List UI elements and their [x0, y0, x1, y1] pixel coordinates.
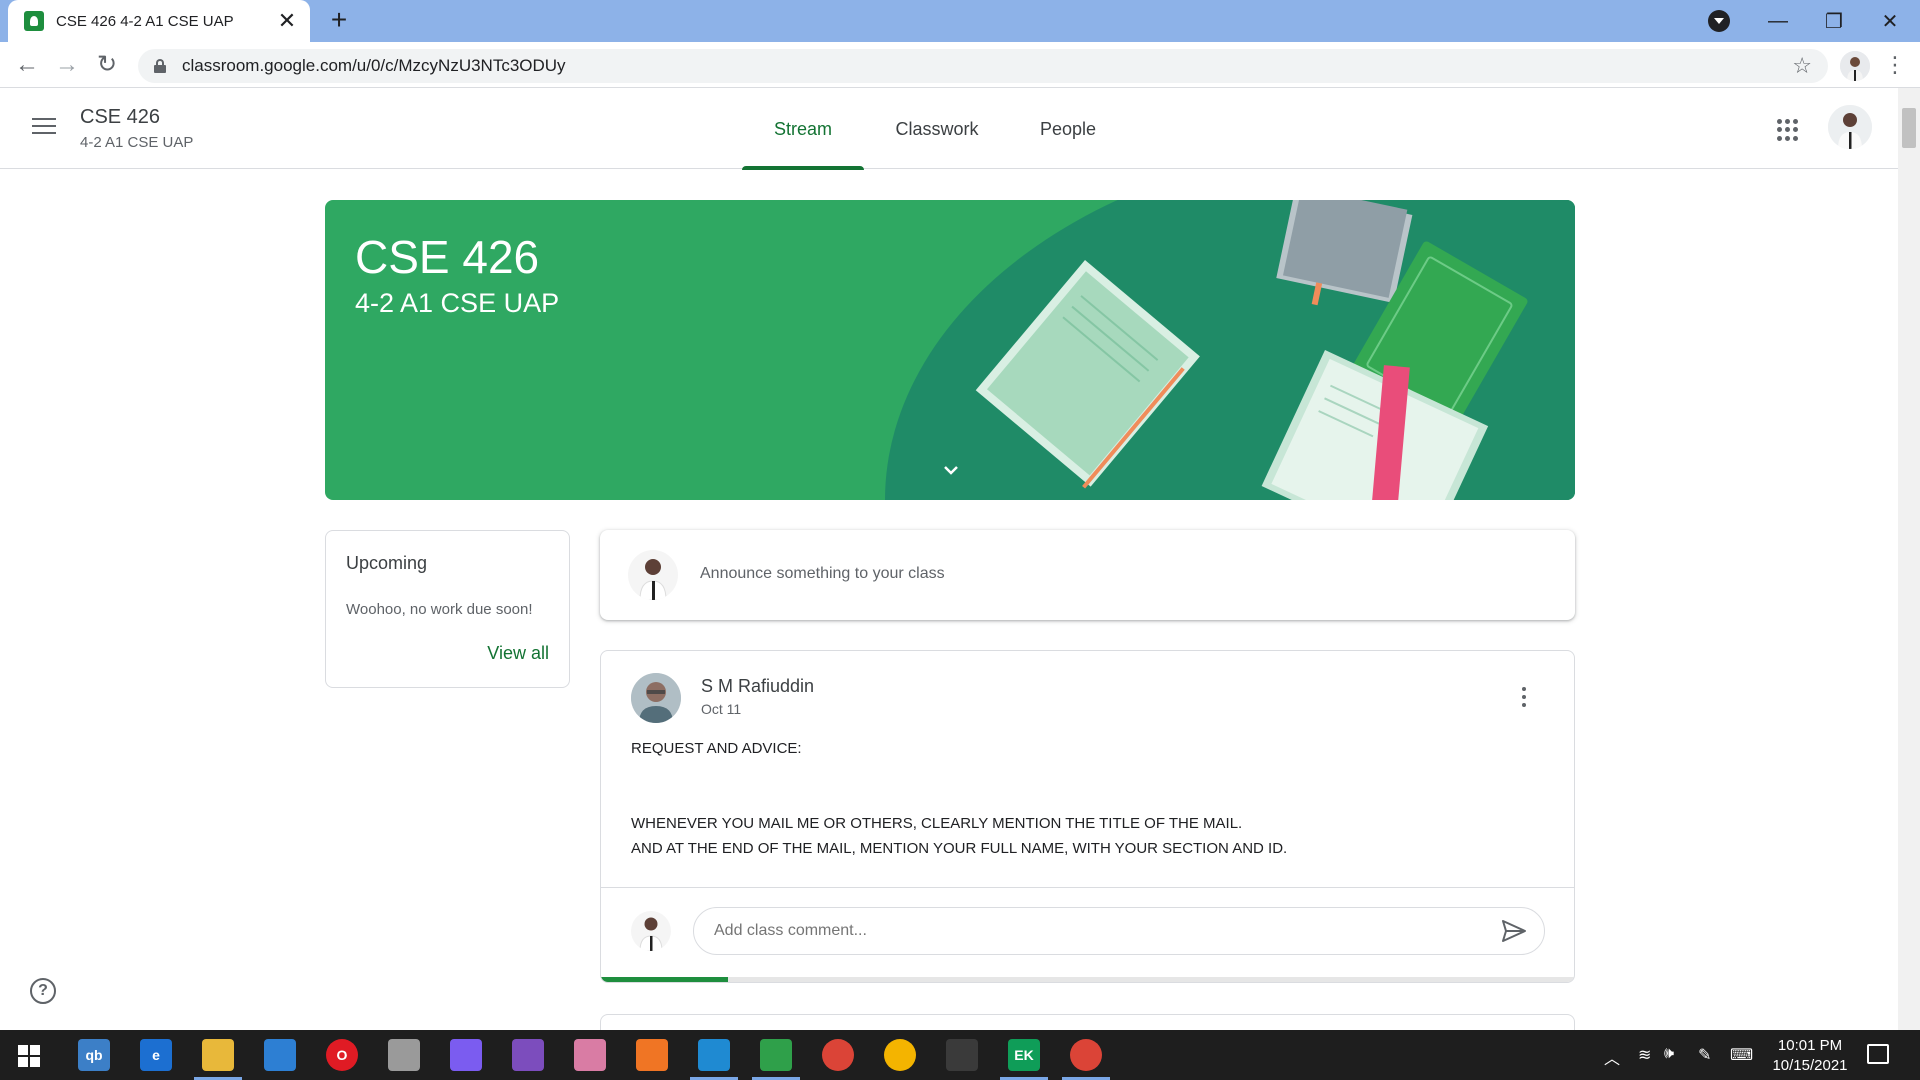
file-explorer-icon[interactable] — [194, 1039, 242, 1080]
github-icon[interactable] — [512, 1039, 544, 1071]
user-avatar — [628, 550, 678, 600]
messenger-icon[interactable] — [450, 1039, 482, 1071]
browser-tab[interactable]: CSE 426 4-2 A1 CSE UAP ✕ — [8, 0, 310, 42]
view-all-link[interactable]: View all — [487, 643, 549, 664]
opera-icon[interactable]: O — [326, 1039, 358, 1071]
class-title[interactable]: CSE 426 — [80, 106, 160, 129]
vscode-icon[interactable] — [690, 1039, 738, 1080]
reload-button[interactable]: ↻ — [92, 50, 122, 80]
google-apps-icon[interactable] — [1777, 119, 1799, 141]
post-progress-fill — [601, 977, 728, 982]
author-avatar — [631, 673, 681, 723]
post-progress-bar — [601, 977, 1574, 982]
post-author: S M Rafiuddin — [701, 676, 815, 696]
banner-subtitle: 4-2 A1 CSE UAP — [355, 288, 560, 318]
clock-date: 10/15/2021 — [1772, 1057, 1848, 1074]
browser-profile-avatar[interactable] — [1840, 51, 1870, 81]
tab-search-icon[interactable] — [1708, 10, 1730, 32]
scrollbar-thumb[interactable] — [1902, 108, 1916, 148]
stream-post: S M Rafiuddin Oct 11 REQUEST AND ADVICE:… — [600, 650, 1575, 983]
hamburger-menu-icon[interactable] — [32, 118, 56, 136]
upcoming-card: Upcoming Woohoo, no work due soon! View … — [325, 530, 570, 688]
terminal-icon[interactable] — [946, 1039, 978, 1071]
forward-button[interactable]: → — [52, 50, 82, 80]
wifi-icon[interactable]: ≋ — [1638, 1045, 1651, 1065]
tab-stream[interactable]: Stream — [742, 88, 864, 170]
announce-box[interactable]: Announce something to your class — [600, 530, 1575, 620]
keyboard-icon[interactable]: ⌨ — [1730, 1045, 1753, 1065]
class-section: 4-2 A1 CSE UAP — [80, 134, 194, 151]
post-line: WHENEVER YOU MAIL ME OR OTHERS, CLEARLY … — [631, 815, 1243, 832]
post-date: Oct 11 — [701, 701, 742, 717]
classroom-favicon-icon — [24, 11, 44, 31]
clock-time: 10:01 PM — [1777, 1037, 1843, 1054]
post-line: REQUEST AND ADVICE: — [631, 740, 802, 757]
restore-button[interactable]: ❐ — [1806, 0, 1862, 42]
firefox-icon[interactable] — [636, 1039, 668, 1071]
tab-title: CSE 426 4-2 A1 CSE UAP — [56, 12, 234, 30]
pinwheel-icon[interactable] — [574, 1039, 606, 1071]
banner-title[interactable]: CSE 426 — [355, 230, 539, 284]
account-avatar[interactable] — [1828, 105, 1872, 149]
commenter-avatar — [631, 911, 671, 951]
tab-people[interactable]: People — [1024, 88, 1112, 169]
qbittorrent-icon[interactable]: qb — [78, 1039, 110, 1071]
pen-icon[interactable]: ✎ — [1698, 1045, 1711, 1065]
globe-app-icon[interactable] — [752, 1039, 800, 1080]
post-line: AND AT THE END OF THE MAIL, MENTION YOUR… — [631, 840, 1288, 857]
post-line — [631, 761, 1531, 786]
chrome-active-icon[interactable] — [1062, 1039, 1110, 1080]
browser-toolbar: ← → ↻ classroom.google.com/u/0/c/MzcyNzU… — [0, 42, 1920, 88]
send-icon[interactable] — [1501, 919, 1527, 943]
windows-start-icon[interactable] — [18, 1045, 40, 1067]
classroom-header: CSE 426 4-2 A1 CSE UAP Stream Classwork … — [0, 88, 1898, 170]
lock-icon[interactable] — [154, 59, 166, 73]
satellite-icon[interactable] — [388, 1039, 420, 1071]
windows-taskbar: qb e O EK ︿ ≋ 🕪 ✎ ⌨ 10:01 PM 10/15/2021 — [0, 1030, 1920, 1080]
show-hidden-icons-icon[interactable]: ︿ — [1604, 1045, 1620, 1069]
chevron-down-icon[interactable] — [939, 458, 963, 482]
browser-menu-button[interactable]: ⋮ — [1884, 50, 1906, 80]
page-scrollbar[interactable] — [1898, 88, 1920, 1030]
volume-icon[interactable]: 🕪 — [1664, 1045, 1674, 1063]
url-text[interactable]: classroom.google.com/u/0/c/MzcyNzU3NTc3O… — [182, 56, 1792, 76]
chrome-profile-icon[interactable]: EK — [1000, 1039, 1048, 1080]
back-button[interactable]: ← — [12, 50, 42, 80]
class-banner: CSE 426 4-2 A1 CSE UAP — [325, 200, 1575, 500]
close-window-button[interactable]: ✕ — [1862, 0, 1918, 42]
edge-icon[interactable]: e — [140, 1039, 172, 1071]
tab-classwork[interactable]: Classwork — [880, 88, 994, 169]
class-comment-input[interactable] — [693, 907, 1545, 955]
new-tab-button[interactable]: + — [324, 6, 354, 36]
bookmark-star-icon[interactable]: ☆ — [1792, 53, 1812, 79]
minimize-button[interactable]: — — [1750, 0, 1806, 42]
announce-placeholder[interactable]: Announce something to your class — [700, 565, 945, 583]
upcoming-title: Upcoming — [346, 553, 428, 573]
address-bar[interactable]: classroom.google.com/u/0/c/MzcyNzU3NTc3O… — [138, 49, 1828, 83]
mail-icon[interactable] — [264, 1039, 296, 1071]
post-body: REQUEST AND ADVICE: WHENEVER YOU MAIL ME… — [631, 736, 1531, 861]
post-more-options-icon[interactable] — [1521, 687, 1527, 709]
notification-center-icon[interactable] — [1867, 1044, 1889, 1064]
post-line — [631, 786, 1531, 811]
upcoming-text: Woohoo, no work due soon! — [346, 601, 533, 618]
chrome-icon-2[interactable] — [884, 1039, 916, 1071]
help-icon[interactable]: ? — [30, 978, 56, 1004]
chrome-icon[interactable] — [822, 1039, 854, 1071]
post-divider — [601, 887, 1574, 888]
browser-tab-bar: CSE 426 4-2 A1 CSE UAP ✕ + — ❐ ✕ — [0, 0, 1920, 42]
tab-close-button[interactable]: ✕ — [276, 8, 298, 34]
system-clock[interactable]: 10:01 PM 10/15/2021 — [1765, 1036, 1855, 1076]
